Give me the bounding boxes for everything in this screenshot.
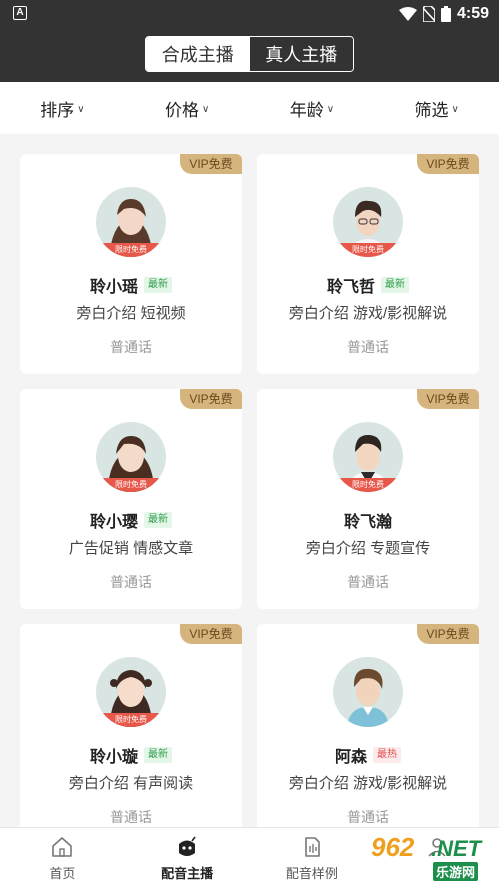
tab-real-anchor[interactable]: 真人主播 xyxy=(249,37,353,71)
chevron-down-icon: ∨ xyxy=(326,103,335,115)
watermark-number: 962 xyxy=(371,832,415,862)
filter-sort[interactable]: 排序 ∨ xyxy=(0,82,125,134)
no-sim-icon xyxy=(422,6,435,22)
notification-icon: A xyxy=(13,6,27,20)
name-row: 聆小璎 最新 xyxy=(20,509,242,531)
anchor-tags: 旁白介绍 有声阅读 xyxy=(68,775,194,792)
anchor-name: 聆小瑶 xyxy=(89,279,138,296)
avatar-tag: 限时免费 xyxy=(333,478,403,492)
anchor-type-switch: 合成主播 真人主播 xyxy=(145,36,354,72)
anchor-name: 聆小璎 xyxy=(89,514,138,531)
status-bar: A 4:59 xyxy=(0,0,499,28)
vip-free-badge: VIP免费 xyxy=(417,389,479,409)
filter-price[interactable]: 价格 ∨ xyxy=(125,82,250,134)
name-row: 聆飞瀚 xyxy=(257,509,479,531)
filter-age[interactable]: 年龄 ∨ xyxy=(250,82,375,134)
anchor-icon xyxy=(179,836,196,856)
anchor-tags: 广告促销 情感文章 xyxy=(68,540,194,557)
nav-label: 配音样例 xyxy=(285,866,338,881)
anchor-card[interactable]: VIP免费 限时免费 聆小璎 最新 广告促销 情感文章 普通话 xyxy=(20,389,242,609)
chevron-down-icon: ∨ xyxy=(77,103,85,115)
clock: 4:59 xyxy=(456,5,489,22)
anchor-card[interactable]: VIP免费 限时免费 聆小瑶 最新 旁白介绍 短视频 普通话 xyxy=(20,154,242,374)
anchor-tags: 旁白介绍 游戏/影视解说 xyxy=(288,305,448,322)
status-badge: 最新 xyxy=(144,277,172,293)
vip-free-badge: VIP免费 xyxy=(180,624,242,644)
status-badge: 最新 xyxy=(144,512,172,528)
avatar-tag: 限时免费 xyxy=(96,243,166,257)
vip-free-badge: VIP免费 xyxy=(180,154,242,174)
avatar: 限时免费 xyxy=(333,422,403,492)
avatar-tag: 限时免费 xyxy=(96,713,166,727)
chevron-down-icon: ∨ xyxy=(451,103,459,115)
watermark-site-name: 乐游网 xyxy=(433,862,479,881)
name-row: 聆小璇 最新 xyxy=(20,744,242,766)
filter-bar: 排序 ∨ 价格 ∨ 年龄 ∨ 筛选 ∨ xyxy=(0,82,499,134)
chevron-down-icon: ∨ xyxy=(201,103,210,115)
anchor-card[interactable]: VIP免费 限时免费 聆飞哲 最新 旁白介绍 游戏/影视解说 普通话 xyxy=(257,154,479,374)
anchor-grid: VIP免费 限时免费 聆小瑶 最新 旁白介绍 短视频 普通话 VIP免费 限时免… xyxy=(0,134,499,844)
anchor-language: 普通话 xyxy=(347,574,389,590)
nav-label: 配音主播 xyxy=(161,866,214,881)
anchor-name: 聆小璇 xyxy=(89,749,138,766)
name-row: 聆飞哲 最新 xyxy=(257,274,479,296)
avatar-tag: 限时免费 xyxy=(96,478,166,492)
filter-label: 价格 xyxy=(164,100,199,120)
nav-home[interactable]: 首页 xyxy=(0,828,125,888)
filter-label: 筛选 xyxy=(414,100,449,120)
anchor-card[interactable]: VIP免费 阿森 最热 旁白介绍 游戏/影视解说 普通话 xyxy=(257,624,479,844)
anchor-tags: 旁白介绍 短视频 xyxy=(76,305,186,322)
status-badge: 最新 xyxy=(144,747,172,763)
anchor-name: 聆飞哲 xyxy=(326,279,375,296)
nav-anchor[interactable]: 配音主播 xyxy=(125,828,250,888)
nav-label: 首页 xyxy=(49,866,76,881)
vip-free-badge: VIP免费 xyxy=(417,154,479,174)
vip-free-badge: VIP免费 xyxy=(180,389,242,409)
anchor-name: 聆飞瀚 xyxy=(343,514,392,531)
status-badge: 最新 xyxy=(381,277,409,293)
anchor-language: 普通话 xyxy=(110,339,152,355)
watermark-domain: .NET xyxy=(431,836,482,861)
anchor-tags: 旁白介绍 游戏/影视解说 xyxy=(288,775,448,792)
anchor-card[interactable]: VIP免费 限时免费 聆飞瀚 旁白介绍 专题宣传 普通话 xyxy=(257,389,479,609)
tab-synthetic-anchor[interactable]: 合成主播 xyxy=(146,37,250,71)
battery-icon xyxy=(440,6,451,22)
status-badge: 最热 xyxy=(373,747,401,763)
filter-screen[interactable]: 筛选 ∨ xyxy=(374,82,499,134)
avatar: 限时免费 xyxy=(333,187,403,257)
wifi-icon xyxy=(398,7,417,21)
home-icon xyxy=(52,837,73,857)
filter-label: 年龄 xyxy=(289,100,324,120)
avatar: 限时免费 xyxy=(96,187,166,257)
anchor-language: 普通话 xyxy=(347,809,389,825)
anchor-language: 普通话 xyxy=(110,809,152,825)
anchor-card[interactable]: VIP免费 限时免费 聆小璇 最新 旁白介绍 有声阅读 普通话 xyxy=(20,624,242,844)
sample-file-icon xyxy=(305,837,320,857)
vip-free-badge: VIP免费 xyxy=(417,624,479,644)
anchor-language: 普通话 xyxy=(347,339,389,355)
avatar: 限时免费 xyxy=(96,657,166,727)
bottom-navigation: 首页 配音主播 配音样例 962 .NET 乐游网 xyxy=(0,827,499,888)
name-row: 阿森 最热 xyxy=(257,744,479,766)
watermark-logo: 962 .NET 乐游网 xyxy=(343,830,493,884)
status-icons: 4:59 xyxy=(398,3,489,25)
name-row: 聆小瑶 最新 xyxy=(20,274,242,296)
anchor-tags: 旁白介绍 专题宣传 xyxy=(305,540,431,557)
app-header: A 4:59 合成主播 真人主播 xyxy=(0,0,499,82)
avatar: 限时免费 xyxy=(96,422,166,492)
anchor-language: 普通话 xyxy=(110,574,152,590)
avatar-tag: 限时免费 xyxy=(333,243,403,257)
anchor-name: 阿森 xyxy=(334,749,367,766)
avatar xyxy=(333,657,403,727)
filter-label: 排序 xyxy=(40,100,75,120)
